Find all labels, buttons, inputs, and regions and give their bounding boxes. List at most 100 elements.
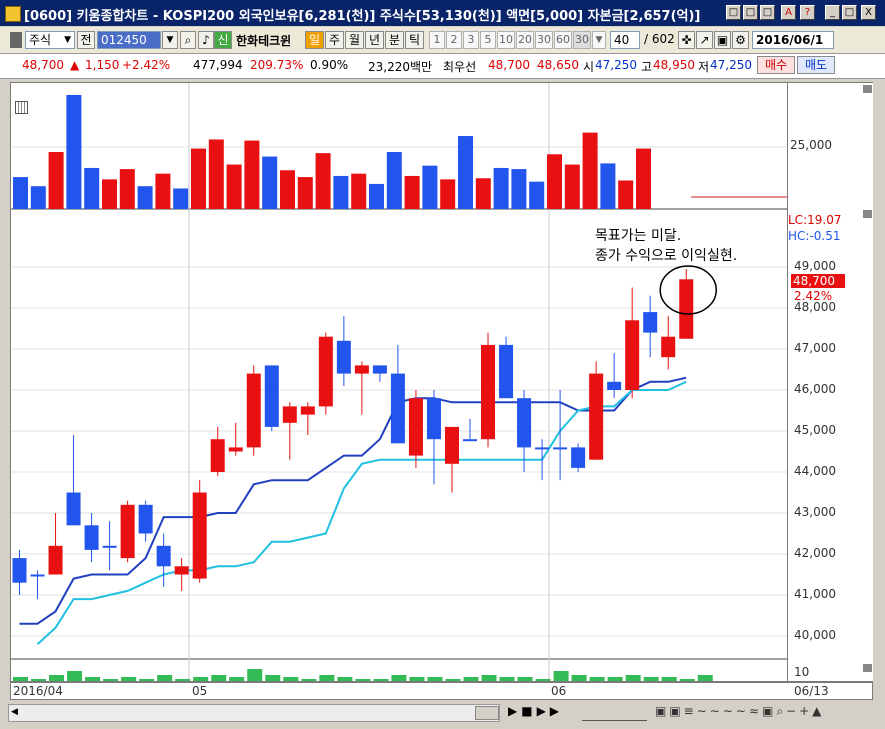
font-icon[interactable]: A [781,5,796,20]
price-tick-label: 48,000 [794,300,836,314]
top-pane-bar [333,175,349,209]
window-title: [0600] 키움종합차트 - KOSPI200 외국인보유[6,281(천)]… [24,9,701,24]
chart-area[interactable]: 목표가는 미달. 종가 수익으로 이익실현. [10,82,788,682]
candle-body [138,504,153,534]
crosshair-icon[interactable]: ✜ [678,31,695,49]
minute-2[interactable]: 2 [446,31,462,49]
search-icon[interactable]: ⌕ [180,31,196,49]
volume-bar [337,677,353,681]
lc-label: LC:19.07 [788,213,842,227]
volume-bar [445,679,461,681]
volume-value: 477,994 [193,58,243,72]
low-label: 저 [698,60,710,74]
volume-bar [697,675,713,681]
horizontal-scrollbar[interactable]: ◀ [8,704,500,722]
date-input[interactable]: 2016/06/1 [752,31,834,49]
layout-icon[interactable]: □ [743,5,758,20]
volume-bar [535,679,551,681]
top-pane-bar [564,164,580,209]
minute-1[interactable]: 1 [429,31,445,49]
volume-bar [13,677,28,681]
maximize-button[interactable]: □ [842,5,857,20]
buy-button[interactable]: 매수 [757,56,795,74]
window-icon[interactable]: □ [760,5,775,20]
top-pane-bar [13,177,28,209]
minute-5[interactable]: 5 [480,31,496,49]
top-pane-bar [351,173,367,209]
title-bar: [0600] 키움종합차트 - KOSPI200 외국인보유[6,281(천)]… [0,0,885,26]
candle-body [589,373,604,460]
period-dropdown-icon[interactable]: ▼ [592,31,606,49]
app-icon [5,6,21,22]
grip-icon [10,32,22,48]
candle-body [84,525,99,550]
stock-code-input[interactable]: 012450 [97,31,161,49]
vertical-scrollbar[interactable] [873,82,885,682]
period-weekly[interactable]: 주 [325,31,344,49]
minute-10[interactable]: 10 [497,31,515,49]
trade-amount: 23,220백만 [368,60,433,74]
period-monthly[interactable]: 월 [345,31,364,49]
scroll-left-icon[interactable]: ◀ [11,707,18,717]
top-pane-bar [636,148,651,209]
trendline-icon[interactable]: ↗ [696,31,713,49]
top-pane-bar [297,177,313,209]
volume-bar [607,677,623,681]
sell-button[interactable]: 매도 [797,56,835,74]
minute-20[interactable]: 20 [516,31,534,49]
top-pane-bar [315,153,331,209]
candle-body [463,439,477,442]
minute-3[interactable]: 3 [463,31,479,49]
volume-bar [517,677,533,681]
pane-close-icon[interactable] [863,85,872,93]
code-dropdown-icon[interactable]: ▼ [162,31,178,49]
table-icon[interactable] [15,101,28,114]
minute-60[interactable]: 60 [554,31,572,49]
speaker-icon[interactable]: ♪ [198,31,214,49]
pane-close-icon[interactable] [863,210,872,218]
zoom-slider[interactable] [582,704,647,721]
market-select[interactable]: 주식 ▼ [25,31,75,49]
playback-controls[interactable]: ▶■▶▶ [508,704,563,718]
period-daily[interactable]: 일 [305,31,324,49]
prev-button[interactable]: 전 [77,31,95,49]
price-tick-label: 44,000 [794,464,836,478]
volume-bar [643,677,659,681]
top-pane-bar [422,165,438,209]
bottom-bar: ◀ ▶■▶▶ ▣▣≡∼∼∼∼≈▣⌕−+▲ [0,700,885,729]
settings-gear-icon[interactable]: ⚙ [732,31,749,49]
tick-30[interactable]: 30 [573,31,591,49]
save-icon[interactable]: ▣ [714,31,731,49]
volume-bar [355,679,371,681]
new-badge[interactable]: 신 [214,31,232,49]
end-date-label: 06/13 [794,684,829,698]
scroll-thumb[interactable] [475,706,499,720]
pane-close-icon[interactable] [863,664,872,672]
top-pane-bar [208,139,224,209]
candle-body [156,545,171,567]
minute-30[interactable]: 30 [535,31,553,49]
annotation-line2: 종가 수익으로 이익실현. [595,248,738,264]
annotation-line1: 목표가는 미달. [595,228,682,244]
candle-body [264,365,279,427]
help-icon[interactable]: ? [800,5,815,20]
tile-icon[interactable]: □ [726,5,741,20]
top-pane-bar [155,173,171,209]
period-minute[interactable]: 분 [385,31,404,49]
volume-bar [499,677,515,681]
volume-bar [67,671,83,681]
period-yearly[interactable]: 년 [365,31,384,49]
top-pane-bar [137,186,153,209]
volume-bar [571,675,587,681]
top-pane-bar [226,164,242,209]
chart-svg[interactable] [11,83,787,681]
candle-body [571,447,586,468]
close-button[interactable]: X [861,5,876,20]
period-tick[interactable]: 틱 [405,31,424,49]
view-count-input[interactable]: 40 [610,31,640,49]
volume-bar [625,675,641,681]
drawing-tools[interactable]: ▣▣≡∼∼∼∼≈▣⌕−+▲ [655,704,824,719]
open-label: 시 [583,60,595,74]
minimize-button[interactable]: _ [825,5,840,20]
hc-label: HC:-0.51 [788,229,841,243]
